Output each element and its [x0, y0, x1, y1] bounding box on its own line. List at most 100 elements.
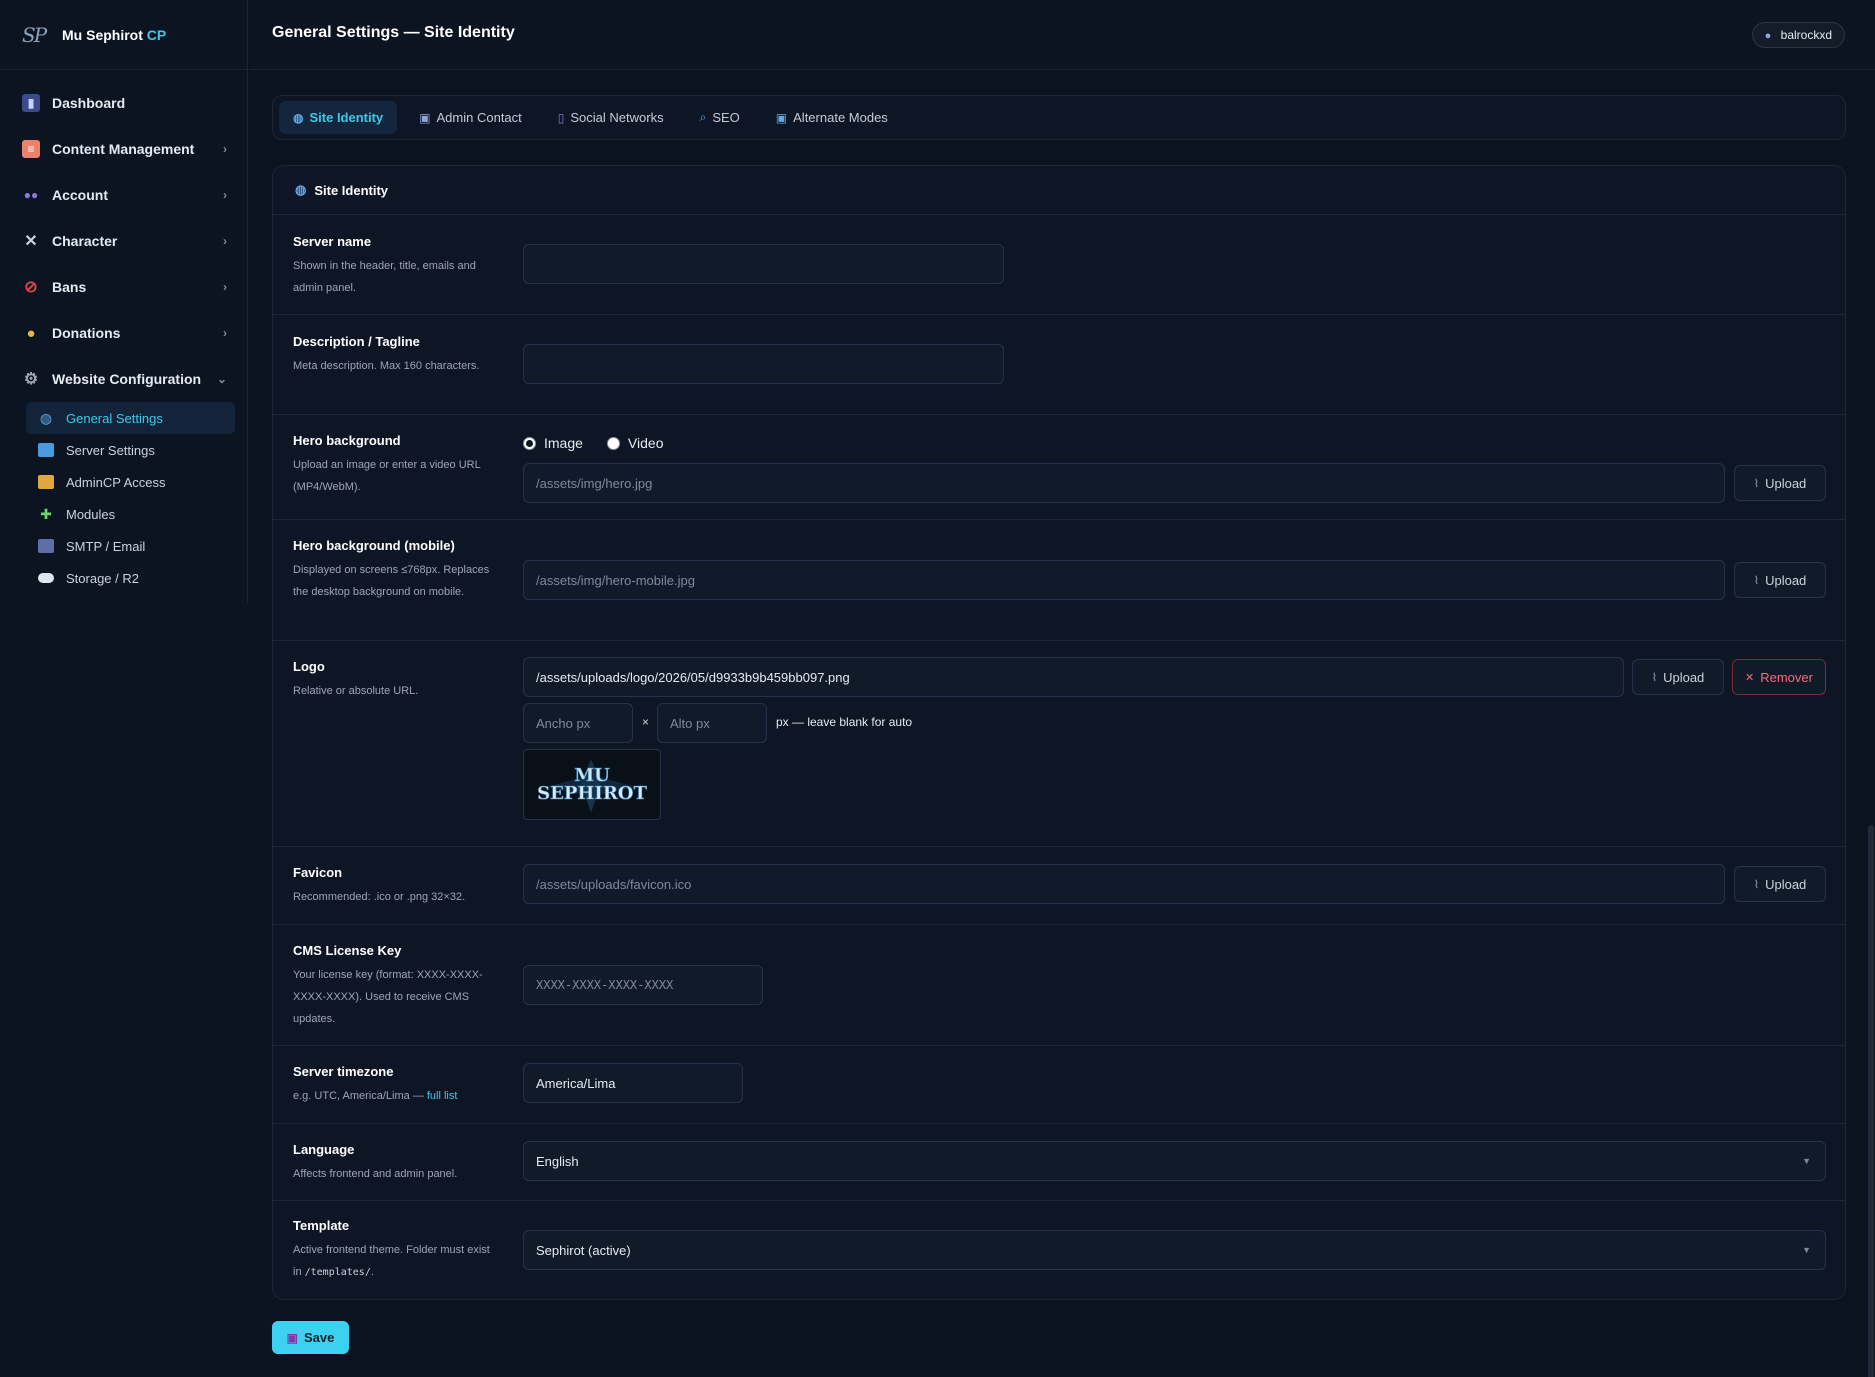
globe-icon: ◍ [293, 110, 304, 125]
hero-upload-button[interactable]: ⌇ Upload [1734, 465, 1826, 501]
swords-icon: ✕ [24, 233, 38, 250]
paperclip-icon: ⌇ [1651, 671, 1658, 684]
language-select[interactable]: English ▼ [523, 1141, 1826, 1181]
paperclip-icon: ⌇ [1753, 574, 1760, 587]
radio-image[interactable]: Image [523, 435, 583, 451]
field-label: Template [293, 1218, 350, 1233]
sidebar-subitem-admincp-access[interactable]: AdminCP Access [26, 466, 235, 498]
phone-icon: ▯ [557, 110, 565, 125]
tab-social-networks[interactable]: ▯ Social Networks [544, 101, 678, 134]
brand-logo: SP [22, 22, 47, 47]
monitor-icon [38, 443, 54, 457]
site-identity-card: ◍ Site Identity Server name Shown in the… [272, 165, 1846, 1300]
lock-icon [38, 475, 54, 489]
logo-input[interactable]: /assets/uploads/logo/2026/05/d9933b9b459… [523, 657, 1624, 697]
field-description: Shown in the header, title, emails and a… [293, 260, 476, 294]
field-label: Favicon [293, 865, 343, 880]
server-name-input[interactable] [523, 244, 1004, 284]
field-label: Hero background (mobile) [293, 538, 455, 553]
user-icon: ● [1764, 29, 1772, 42]
user-menu[interactable]: ● balrockxd [1751, 22, 1845, 48]
floppy-disk-icon: ▣ [286, 1330, 298, 1345]
sidebar-subnav: ◍ General Settings Server Settings Admin… [0, 402, 247, 594]
field-description: Meta description. Max 160 characters. [293, 360, 480, 372]
sidebar-subitem-modules[interactable]: ✚ Modules [26, 498, 235, 530]
favicon-input[interactable]: /assets/uploads/favicon.ico [523, 864, 1725, 904]
field-description: e.g. UTC, America/Lima — full list [293, 1090, 458, 1102]
description-input[interactable] [523, 344, 1004, 384]
logo-preview: MU SEPHIROT [523, 749, 661, 820]
paperclip-icon: ⌇ [1753, 477, 1760, 490]
sidebar-item-bans[interactable]: ⊘ Bans › [0, 264, 247, 310]
money-bag-icon: ● [26, 324, 36, 342]
document-icon: ≡ [22, 140, 40, 158]
brand[interactable]: SP Mu Sephirot CP [0, 0, 247, 70]
chevron-down-icon: ▼ [1802, 1245, 1811, 1255]
search-icon: ⌕ [699, 110, 707, 124]
sidebar-item-website-configuration[interactable]: ⚙ Website Configuration ⌄ [0, 356, 247, 402]
sidebar-item-account[interactable]: ●● Account › [0, 172, 247, 218]
scrollbar-thumb[interactable] [1868, 825, 1874, 1377]
field-label: Server timezone [293, 1064, 394, 1079]
field-row-server-name: Server name Shown in the header, title, … [273, 215, 1845, 315]
settings-tabs: ◍ Site Identity ▣ Admin Contact ▯ Social… [272, 95, 1846, 140]
template-select[interactable]: Sephirot (active) ▼ [523, 1230, 1826, 1270]
tab-alternate-modes[interactable]: ▣ Alternate Modes [762, 101, 902, 134]
sidebar-item-donations[interactable]: ● Donations › [0, 310, 247, 356]
favicon-upload-button[interactable]: ⌇ Upload [1734, 866, 1826, 902]
field-row-language: Language Affects frontend and admin pane… [273, 1124, 1845, 1201]
page-title: General Settings — Site Identity [272, 24, 515, 41]
cloud-icon [38, 573, 54, 583]
sidebar: SP Mu Sephirot CP ▮ Dashboard ≡ Content … [0, 0, 248, 603]
field-row-template: Template Active frontend theme. Folder m… [273, 1201, 1845, 1299]
sidebar-subitem-server-settings[interactable]: Server Settings [26, 434, 235, 466]
tab-seo[interactable]: ⌕ SEO [686, 101, 754, 134]
logo-remove-button[interactable]: ✕ Remover [1732, 659, 1826, 695]
field-description: Affects frontend and admin panel. [293, 1168, 458, 1180]
puzzle-icon: ✚ [40, 505, 52, 522]
field-label: Hero background [293, 433, 401, 448]
hero-background-input[interactable]: /assets/img/hero.jpg [523, 463, 1725, 503]
close-icon: ✕ [1745, 671, 1755, 684]
field-label: Logo [293, 659, 325, 674]
paperclip-icon: ⌇ [1753, 878, 1760, 891]
timezone-input[interactable]: America/Lima [523, 1063, 743, 1103]
sidebar-item-character[interactable]: ✕ Character › [0, 218, 247, 264]
logo-width-input[interactable]: Ancho px [523, 703, 633, 743]
logo-upload-button[interactable]: ⌇ Upload [1632, 659, 1724, 695]
save-button[interactable]: ▣ Save [272, 1321, 349, 1354]
dimensions-note: px — leave blank for auto [776, 715, 913, 729]
radio-dot [523, 436, 536, 450]
sidebar-item-dashboard[interactable]: ▮ Dashboard [0, 80, 247, 126]
logo-height-input[interactable]: Alto px [657, 703, 767, 743]
chevron-right-icon: › [223, 142, 227, 156]
tab-site-identity[interactable]: ◍ Site Identity [279, 101, 398, 134]
license-key-input[interactable]: XXXX-XXXX-XXXX-XXXX [523, 965, 763, 1005]
sidebar-item-content-management[interactable]: ≡ Content Management › [0, 126, 247, 172]
sidebar-subitem-smtp-email[interactable]: SMTP / Email [26, 530, 235, 562]
envelope-icon [38, 539, 54, 553]
hero-mobile-upload-button[interactable]: ⌇ Upload [1734, 562, 1826, 598]
mode-icon: ▣ [775, 110, 788, 125]
field-description: Displayed on screens ≤768px. Replaces th… [293, 564, 490, 598]
gear-icon: ⚙ [23, 371, 39, 388]
topbar: General Settings — Site Identity ● balro… [249, 0, 1875, 70]
tab-admin-contact[interactable]: ▣ Admin Contact [405, 101, 536, 134]
field-row-timezone: Server timezone e.g. UTC, America/Lima —… [273, 1046, 1845, 1124]
field-label: Description / Tagline [293, 334, 420, 349]
full-list-link[interactable]: full list [427, 1090, 458, 1102]
svg-text:SEPHIROT: SEPHIROT [537, 783, 647, 804]
field-description: Active frontend theme. Folder must exist… [293, 1244, 490, 1278]
hero-background-mobile-input[interactable]: /assets/img/hero-mobile.jpg [523, 560, 1725, 600]
radio-video[interactable]: Video [606, 435, 663, 451]
times-symbol: × [642, 715, 650, 729]
page-scrollbar[interactable] [1867, 70, 1875, 1377]
field-label: Server name [293, 234, 372, 249]
field-row-favicon: Favicon Recommended: .ico or .png 32×32.… [273, 847, 1845, 925]
field-label: CMS License Key [293, 943, 402, 958]
sidebar-subitem-general-settings[interactable]: ◍ General Settings [26, 402, 235, 434]
card-header: ◍ Site Identity [273, 166, 1845, 215]
chevron-down-icon: ⌄ [216, 372, 227, 386]
sidebar-subitem-storage-r2[interactable]: Storage / R2 [26, 562, 235, 594]
field-row-logo: Logo Relative or absolute URL. /assets/u… [273, 641, 1845, 847]
